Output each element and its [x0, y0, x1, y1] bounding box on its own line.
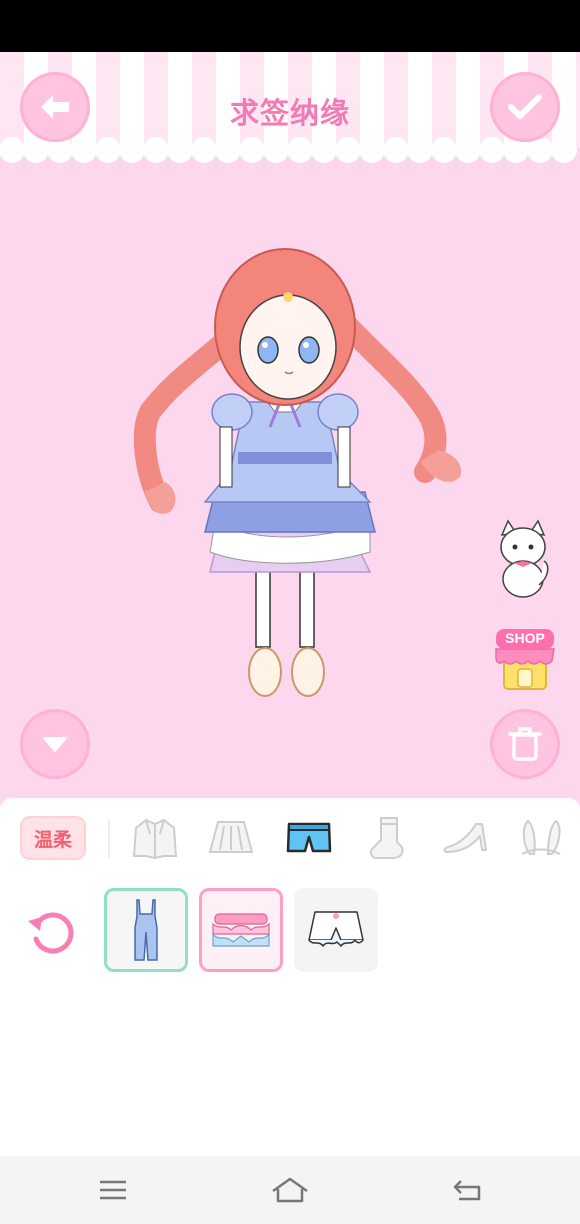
collapse-button[interactable] — [20, 709, 90, 779]
item-white-ruffle-shorts[interactable] — [294, 888, 378, 972]
checkmark-icon — [508, 94, 542, 119]
status-bar — [0, 0, 580, 52]
style-tag[interactable]: 温柔 — [20, 816, 86, 860]
jacket-icon — [132, 818, 178, 860]
white-cat-icon[interactable] — [494, 517, 552, 599]
menu-icon — [100, 1180, 126, 1200]
category-accessories[interactable] — [517, 814, 565, 862]
back-button[interactable] — [20, 72, 90, 142]
high-heel-icon — [443, 823, 487, 853]
shop-button[interactable]: SHOP — [494, 627, 556, 691]
rotate-icon — [28, 912, 74, 954]
trash-icon — [508, 727, 542, 761]
back-nav-button[interactable] — [447, 1172, 487, 1208]
reset-button[interactable] — [24, 903, 80, 959]
back-arrow-icon — [41, 95, 69, 119]
chevron-down-icon — [43, 737, 67, 752]
menu-button[interactable] — [93, 1172, 133, 1208]
dress-up-stage: 求签纳缘 SHOP — [0, 52, 580, 802]
shop-label: SHOP — [505, 630, 545, 646]
trash-button[interactable] — [490, 709, 560, 779]
shorts-icon — [286, 822, 332, 853]
skirt-icon — [208, 821, 254, 853]
character-avatar[interactable] — [120, 232, 470, 702]
pink-ruffle-bloomers-icon — [212, 913, 270, 947]
wardrobe-panel: 温柔 — [0, 798, 580, 1156]
home-icon — [272, 1177, 308, 1203]
home-button[interactable] — [270, 1172, 310, 1208]
white-ruffle-shorts-icon — [308, 911, 364, 948]
item-denim-overalls[interactable] — [104, 888, 188, 972]
category-shorts[interactable] — [285, 814, 333, 862]
category-skirt[interactable] — [207, 814, 255, 862]
item-pink-ruffle-bloomers[interactable] — [199, 888, 283, 972]
category-shoes[interactable] — [441, 814, 489, 862]
sock-icon — [369, 817, 404, 859]
denim-overalls-icon — [134, 899, 158, 961]
category-jacket[interactable] — [131, 814, 179, 862]
back-icon — [453, 1180, 481, 1201]
confirm-button[interactable] — [490, 72, 560, 142]
category-socks[interactable] — [363, 814, 411, 862]
divider — [108, 820, 110, 858]
bunny-ears-icon — [521, 819, 561, 855]
system-nav-bar — [0, 1156, 580, 1224]
